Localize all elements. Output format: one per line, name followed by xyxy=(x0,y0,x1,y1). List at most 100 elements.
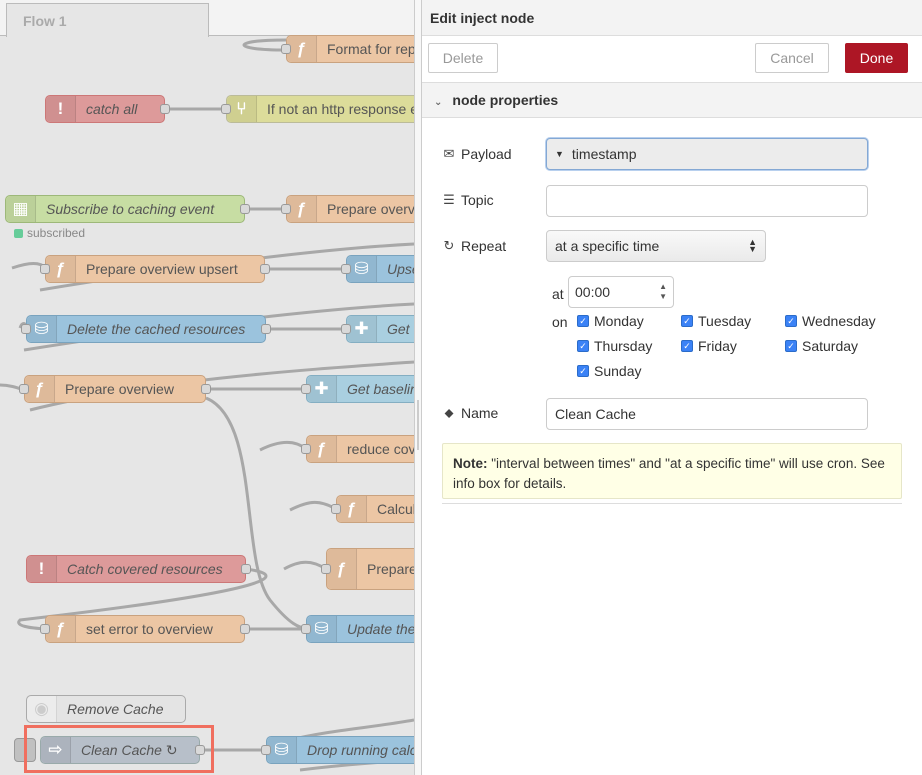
input-port[interactable] xyxy=(321,564,331,574)
input-port[interactable] xyxy=(301,444,311,454)
input-port[interactable] xyxy=(40,624,50,634)
node-label: If not an http response e xyxy=(267,101,414,117)
payload-label: ✉ Payload xyxy=(443,146,512,162)
flow-node[interactable]: ƒ reduce cov xyxy=(301,435,414,463)
day-checkbox-saturday[interactable]: ✓ Saturday xyxy=(785,338,858,354)
checkbox-checked-icon[interactable]: ✓ xyxy=(577,315,589,327)
input-port[interactable] xyxy=(301,624,311,634)
checkbox-checked-icon[interactable]: ✓ xyxy=(785,340,797,352)
repeat-label: ↻ Repeat xyxy=(443,238,507,254)
checkbox-checked-icon[interactable]: ✓ xyxy=(785,315,797,327)
done-button[interactable]: Done xyxy=(845,43,908,73)
flow-node[interactable]: ƒ Prepare xyxy=(321,548,414,590)
time-input[interactable]: 00:00 ▲ ▼ xyxy=(568,276,674,308)
output-port[interactable] xyxy=(240,204,250,214)
flow-node[interactable]: ⛁ Delete the cached resources xyxy=(21,315,271,343)
database-icon: ⛁ xyxy=(267,737,297,763)
node-label: Calcul xyxy=(377,501,414,517)
output-port[interactable] xyxy=(260,264,270,274)
flow-node[interactable]: ƒ Prepare overview xyxy=(19,375,211,403)
checkbox-checked-icon[interactable]: ✓ xyxy=(577,365,589,377)
checkbox-checked-icon[interactable]: ✓ xyxy=(577,340,589,352)
day-checkbox-friday[interactable]: ✓ Friday xyxy=(681,338,737,354)
output-port[interactable] xyxy=(160,104,170,114)
flow-node[interactable]: ✚ Get t xyxy=(341,315,414,343)
day-checkbox-thursday[interactable]: ✓ Thursday xyxy=(577,338,652,354)
input-port[interactable] xyxy=(40,264,50,274)
spinner-arrows-icon[interactable]: ▲ ▼ xyxy=(659,282,667,302)
input-port[interactable] xyxy=(341,324,351,334)
flow-node[interactable]: ⛁ Drop running calc xyxy=(261,736,414,764)
function-icon: ƒ xyxy=(287,36,317,62)
comment-icon: ◉ xyxy=(27,696,57,722)
day-checkbox-monday[interactable]: ✓ Monday xyxy=(577,313,644,329)
node-label: Prepare overvi xyxy=(327,201,414,217)
repeat-select[interactable]: at a specific time ▲ ▼ xyxy=(546,230,766,262)
input-port[interactable] xyxy=(221,104,231,114)
flow-canvas[interactable]: Flow 1 ƒ Format for rep ! catch all ⑂ If… xyxy=(0,0,414,775)
output-port[interactable] xyxy=(201,384,211,394)
checkbox-checked-icon[interactable]: ✓ xyxy=(681,315,693,327)
function-icon: ƒ xyxy=(287,196,317,222)
node-label: Subscribe to caching event xyxy=(46,201,215,217)
node-label: Drop running calc xyxy=(307,742,414,758)
delete-button[interactable]: Delete xyxy=(428,43,498,73)
flow-node[interactable]: ▦ Subscribe to caching event xyxy=(5,195,250,223)
cancel-button[interactable]: Cancel xyxy=(755,43,829,73)
calendar-icon: ▦ xyxy=(6,196,36,222)
flow-node[interactable]: ! Catch covered resources xyxy=(26,555,251,583)
topic-input[interactable] xyxy=(546,185,868,217)
output-port[interactable] xyxy=(241,564,251,574)
exclamation-icon: ! xyxy=(27,556,57,582)
input-port[interactable] xyxy=(341,264,351,274)
flow-node[interactable]: ✚ Get baselin xyxy=(301,375,414,403)
database-icon: ⛁ xyxy=(307,616,337,642)
output-port[interactable] xyxy=(240,624,250,634)
function-icon: ƒ xyxy=(327,549,357,589)
output-port[interactable] xyxy=(261,324,271,334)
panel-resize-handle[interactable] xyxy=(414,0,422,775)
node-label: Remove Cache xyxy=(67,701,164,717)
topic-label: ☰ Topic xyxy=(443,192,494,208)
node-label: Get t xyxy=(387,321,414,337)
input-port[interactable] xyxy=(331,504,341,514)
input-port[interactable] xyxy=(281,44,291,54)
flow-node[interactable]: ƒ Format for rep xyxy=(281,35,414,63)
puzzle-icon: ✚ xyxy=(307,376,337,402)
node-label: reduce cov xyxy=(347,441,414,457)
tag-icon: ⬥ xyxy=(444,405,454,420)
day-checkbox-sunday[interactable]: ✓ Sunday xyxy=(577,363,641,379)
select-arrows-icon: ▲ ▼ xyxy=(748,237,757,254)
input-port[interactable] xyxy=(21,324,31,334)
flow-node[interactable]: ƒ Calcul xyxy=(331,495,414,523)
name-input[interactable] xyxy=(546,398,868,430)
tab-flow-1[interactable]: Flow 1 xyxy=(6,3,209,37)
comment-node[interactable]: ◉ Remove Cache xyxy=(26,695,186,723)
caret-down-icon: ▼ xyxy=(555,149,564,159)
on-label: on xyxy=(552,314,568,330)
payload-type-select[interactable]: ▼ timestamp xyxy=(546,138,868,170)
repeat-icon: ↻ xyxy=(443,238,455,253)
cron-note: Note: "interval between times" and "at a… xyxy=(442,443,902,499)
flow-node[interactable]: ƒ set error to overview xyxy=(40,615,250,643)
tasks-icon: ☰ xyxy=(443,192,455,207)
edit-tray: Edit inject node Delete Cancel Done ⌄ nod… xyxy=(422,0,922,775)
input-port[interactable] xyxy=(301,384,311,394)
tray-title: Edit inject node xyxy=(422,0,922,36)
input-port[interactable] xyxy=(281,204,291,214)
node-label: Prepare overview xyxy=(65,381,174,397)
input-port[interactable] xyxy=(261,745,271,755)
function-icon: ƒ xyxy=(46,616,76,642)
checkbox-checked-icon[interactable]: ✓ xyxy=(681,340,693,352)
day-checkbox-wednesday[interactable]: ✓ Wednesday xyxy=(785,313,876,329)
input-port[interactable] xyxy=(19,384,29,394)
flow-node[interactable]: ⛁ Upse xyxy=(341,255,414,283)
node-properties-section[interactable]: ⌄ node properties xyxy=(422,82,922,118)
flow-node[interactable]: ! catch all xyxy=(45,95,170,123)
flow-node[interactable]: ƒ Prepare overvi xyxy=(281,195,414,223)
flow-node[interactable]: ƒ Prepare overview upsert xyxy=(40,255,270,283)
flow-node[interactable]: ⛁ Update the xyxy=(301,615,414,643)
database-icon: ⛁ xyxy=(347,256,377,282)
day-checkbox-tuesday[interactable]: ✓ Tuesday xyxy=(681,313,751,329)
flow-node[interactable]: ⑂ If not an http response e xyxy=(221,95,414,123)
